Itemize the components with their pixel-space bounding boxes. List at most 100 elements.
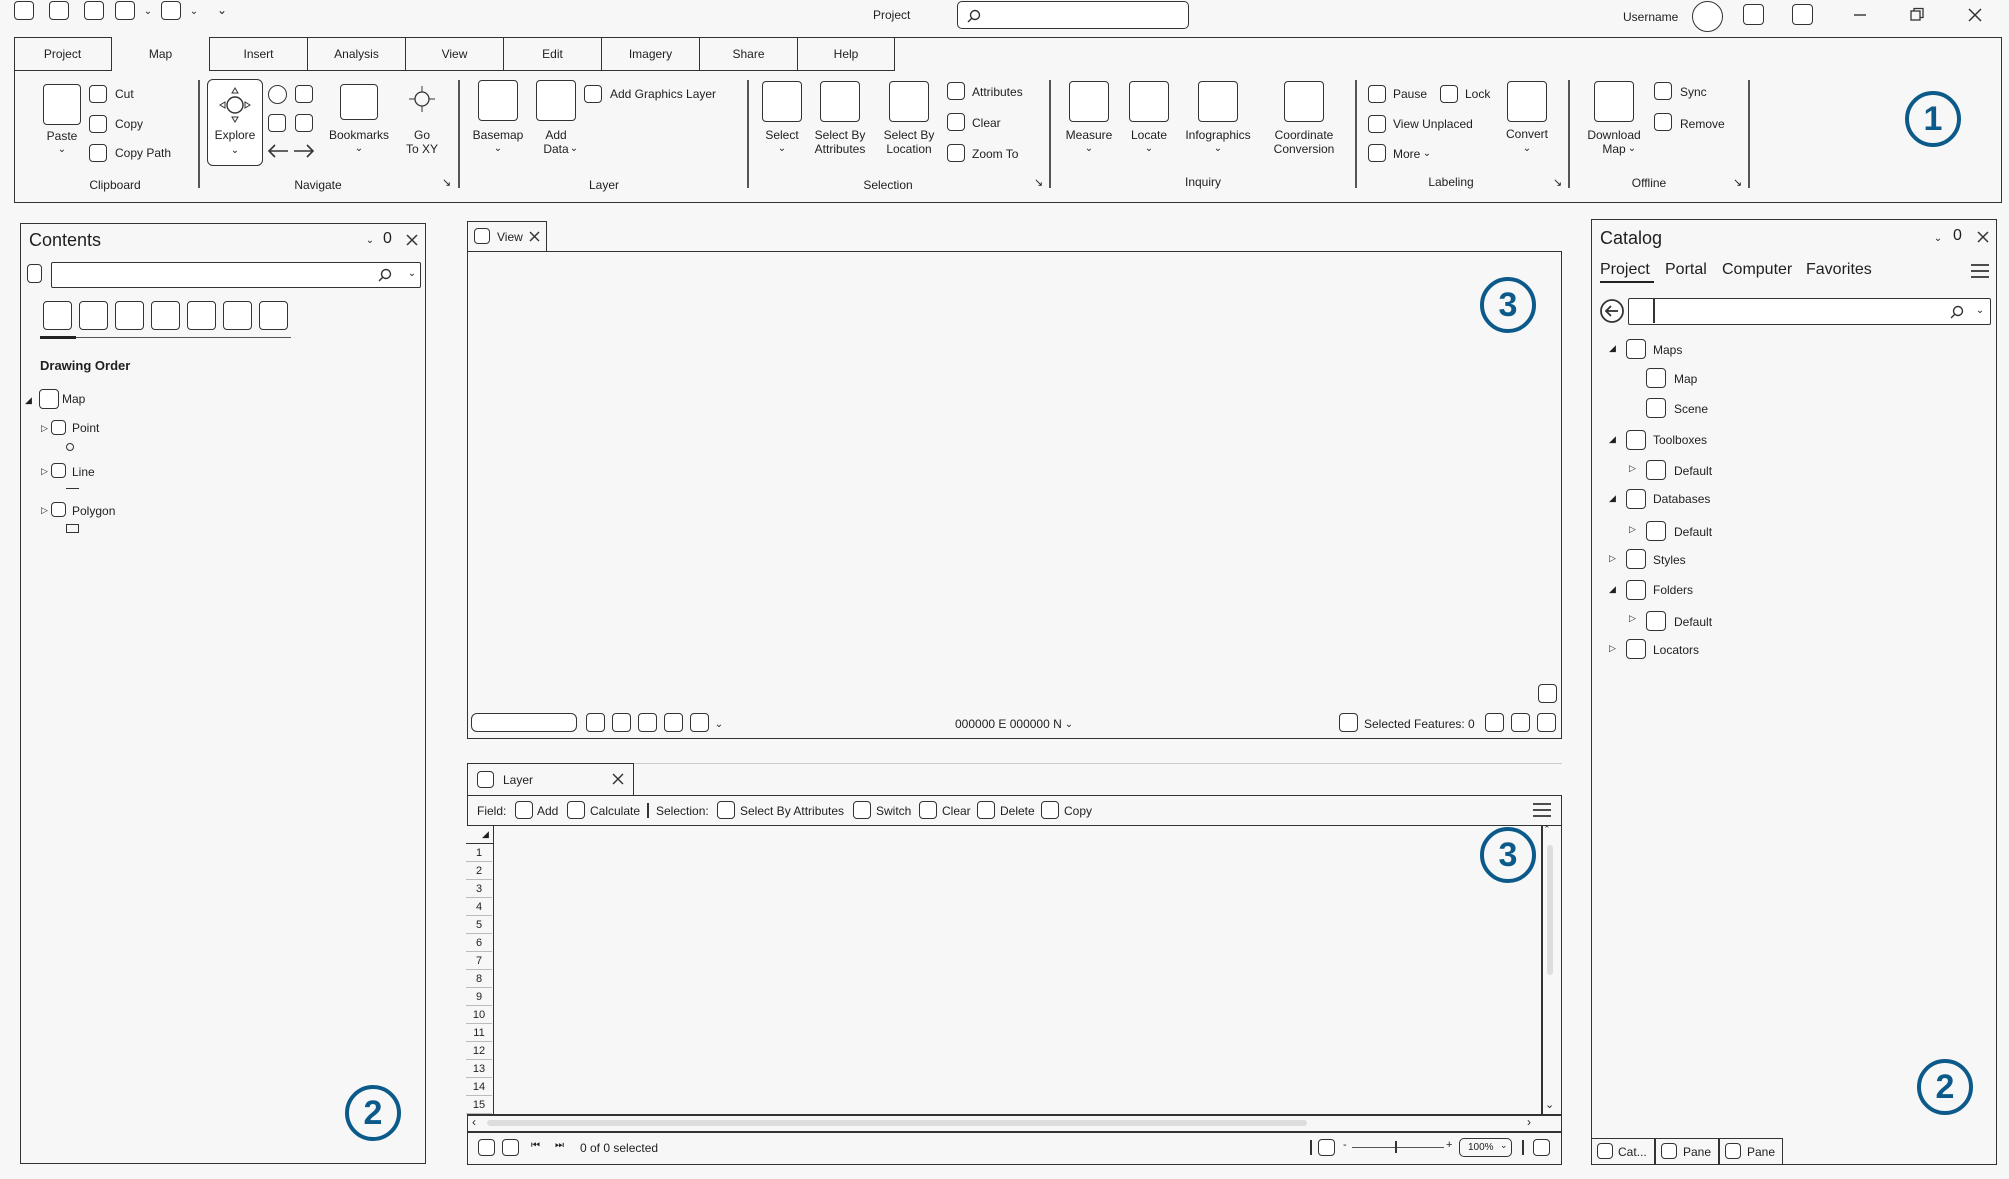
view-tool-button-3[interactable]: [638, 713, 657, 732]
view-status-button-1[interactable]: [1485, 713, 1504, 732]
vertical-scrollbar[interactable]: [1547, 845, 1553, 975]
tab-share[interactable]: Share: [700, 37, 798, 71]
chevron-down-icon[interactable]: ⌄: [1523, 144, 1531, 154]
row-number[interactable]: 8: [466, 970, 492, 988]
calculate-field-button[interactable]: Calculate: [590, 804, 640, 819]
chevron-down-icon[interactable]: ⌄: [570, 144, 578, 154]
expand-icon[interactable]: ▷: [1609, 643, 1616, 654]
collapse-icon[interactable]: ◢: [25, 395, 32, 406]
chevron-down-icon[interactable]: ⌄: [1628, 144, 1636, 154]
select-by-attributes-button[interactable]: Select By Attributes: [740, 804, 844, 819]
clear-selection-button[interactable]: Clear: [942, 804, 971, 819]
row-number[interactable]: 11: [466, 1024, 492, 1042]
row-number[interactable]: 15: [466, 1096, 492, 1114]
tab-help[interactable]: Help: [798, 37, 895, 71]
row-number[interactable]: 6: [466, 934, 492, 952]
catalog-item-maps[interactable]: Maps: [1653, 343, 1682, 357]
basemap-icon[interactable]: [478, 80, 518, 121]
infographics-icon[interactable]: [1198, 81, 1238, 122]
layer-point[interactable]: Point: [72, 421, 99, 435]
row-number[interactable]: 14: [466, 1078, 492, 1096]
view-unplaced-button[interactable]: View Unplaced: [1393, 117, 1473, 132]
bookmarks-icon[interactable]: [340, 84, 378, 120]
select-by-attributes-icon[interactable]: [820, 81, 860, 122]
chevron-down-icon[interactable]: ⌄: [1423, 149, 1431, 159]
copy-icon[interactable]: [89, 115, 107, 133]
show-selected-records-button[interactable]: [502, 1139, 519, 1156]
select-by-location-label-1[interactable]: Select By: [884, 128, 935, 143]
expand-icon[interactable]: ▷: [1629, 613, 1636, 624]
download-map-label-1[interactable]: Download: [1587, 128, 1640, 143]
pause-button[interactable]: Pause: [1393, 87, 1427, 102]
avatar[interactable]: [1692, 1, 1723, 32]
chevron-down-icon[interactable]: ⌄: [1976, 306, 1984, 316]
basemap-button[interactable]: Basemap: [473, 128, 524, 143]
select-button[interactable]: Select: [765, 128, 798, 143]
copy-button[interactable]: Copy: [115, 117, 143, 132]
chevron-down-icon[interactable]: ⌄: [1145, 144, 1153, 154]
select-by-location-icon[interactable]: [889, 81, 929, 122]
scale-input[interactable]: [471, 713, 577, 732]
add-data-label-1[interactable]: Add: [545, 128, 566, 143]
row-number[interactable]: 5: [466, 916, 492, 934]
measure-button[interactable]: Measure: [1066, 128, 1113, 143]
add-data-icon[interactable]: [536, 80, 576, 121]
catalog-tab-computer[interactable]: Computer: [1722, 261, 1792, 279]
list-by-source-button[interactable]: [79, 301, 108, 330]
select-all-corner-icon[interactable]: ◢: [482, 829, 489, 840]
collapse-icon[interactable]: ◢: [1609, 493, 1616, 504]
layer-polygon[interactable]: Polygon: [72, 504, 115, 518]
list-by-perspective-button[interactable]: [259, 301, 288, 330]
cut-icon[interactable]: [89, 85, 107, 103]
map-canvas-button[interactable]: [1538, 684, 1557, 703]
catalog-tab-favorites[interactable]: Favorites: [1806, 261, 1872, 279]
zoom-slider-handle[interactable]: [1395, 1141, 1397, 1153]
close-icon[interactable]: [1975, 229, 1991, 245]
list-by-selection-button[interactable]: [115, 301, 144, 330]
help-button[interactable]: [1792, 4, 1813, 25]
row-number[interactable]: 10: [466, 1006, 492, 1024]
chevron-down-icon[interactable]: ⌄: [1065, 720, 1073, 730]
catalog-tab-project[interactable]: Project: [1600, 261, 1650, 279]
catalog-search-input[interactable]: ⌄: [1628, 298, 1991, 325]
tab-analysis[interactable]: Analysis: [308, 37, 406, 71]
table-view-button[interactable]: [1533, 1139, 1550, 1156]
search-input[interactable]: [957, 1, 1189, 29]
select-by-attributes-label-1[interactable]: Select By: [815, 128, 866, 143]
username[interactable]: Username: [1623, 10, 1678, 25]
first-record-icon[interactable]: ⏮: [531, 1140, 540, 1151]
attributes-icon[interactable]: [947, 82, 965, 100]
view-tab[interactable]: View: [467, 221, 547, 252]
explore-button[interactable]: Explore ⌄: [207, 79, 263, 166]
pause-icon[interactable]: [1368, 85, 1386, 103]
menu-icon[interactable]: [1532, 801, 1552, 819]
list-by-drawing-order-button[interactable]: [43, 301, 72, 330]
row-number[interactable]: 3: [466, 880, 492, 898]
menu-icon[interactable]: [1970, 262, 1990, 280]
layer-line[interactable]: Line: [72, 465, 95, 479]
view-status-button-2[interactable]: [1511, 713, 1530, 732]
row-number[interactable]: 12: [466, 1042, 492, 1060]
notifications-button[interactable]: [1743, 4, 1764, 25]
add-graphics-layer-button[interactable]: Add Graphics Layer: [610, 87, 716, 102]
quick-access-button-2[interactable]: [49, 1, 69, 20]
back-arrow-icon[interactable]: [1599, 298, 1625, 324]
catalog-item-default[interactable]: Default: [1674, 525, 1712, 539]
zoom-slider[interactable]: [1352, 1147, 1444, 1148]
horizontal-scrollbar[interactable]: [487, 1120, 1307, 1126]
catalog-item-default[interactable]: Default: [1674, 464, 1712, 478]
chevron-down-icon[interactable]: ⌄: [715, 720, 723, 730]
chevron-down-icon[interactable]: ⌄: [1085, 144, 1093, 154]
redo-button[interactable]: [161, 1, 181, 20]
tab-insert[interactable]: Insert: [210, 37, 308, 71]
tab-project[interactable]: Project: [14, 37, 112, 71]
more-button[interactable]: More: [1393, 147, 1420, 162]
add-field-icon[interactable]: [515, 801, 533, 819]
pin-icon[interactable]: 0: [383, 230, 392, 248]
row-number[interactable]: 9: [466, 988, 492, 1006]
delete-button[interactable]: Delete: [1000, 804, 1035, 819]
attributes-button[interactable]: Attributes: [972, 85, 1023, 100]
bottom-tab-pane-1[interactable]: Pane: [1655, 1138, 1719, 1165]
convert-icon[interactable]: [1507, 81, 1547, 122]
map-canvas[interactable]: [467, 251, 1562, 739]
